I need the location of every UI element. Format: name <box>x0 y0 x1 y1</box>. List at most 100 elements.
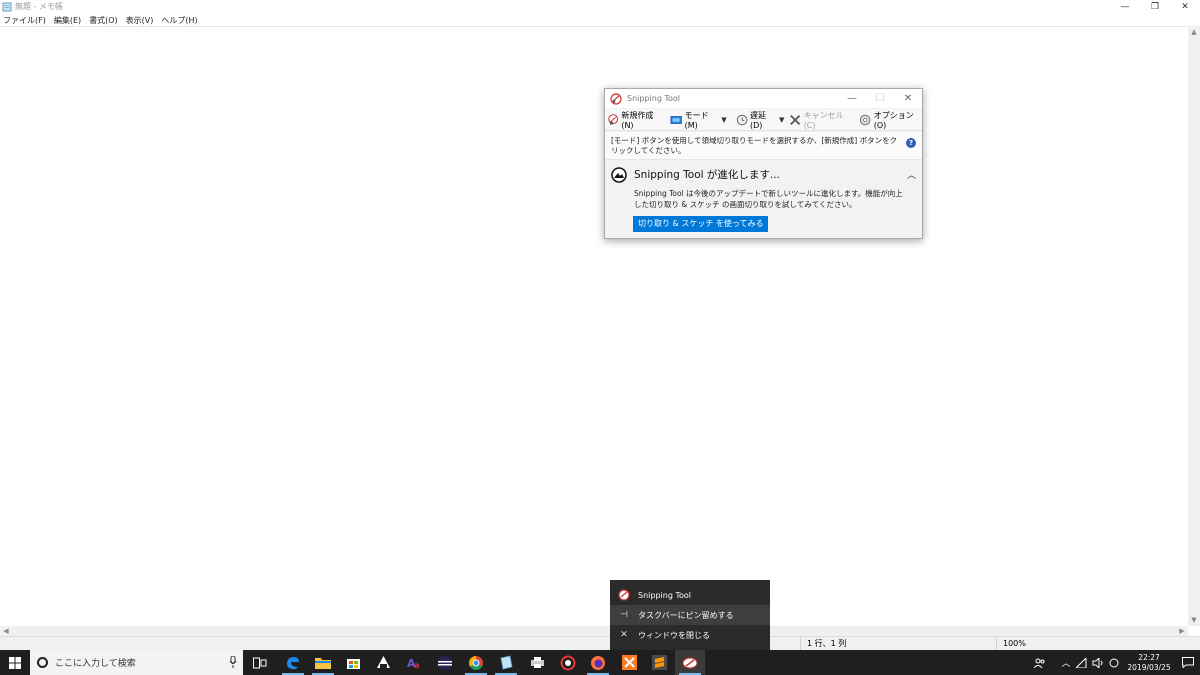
menu-format[interactable]: 書式(O) <box>89 15 118 26</box>
snipping-tool-toolbar: 新規作成(N) モード(M) ▼ 遅延(D) ▼ キャンセル(C) オプション(… <box>605 109 922 131</box>
taskbar-app-4[interactable] <box>368 650 398 675</box>
edge-icon <box>287 656 299 669</box>
snipping-tool-icon <box>618 589 630 601</box>
firefox-icon <box>591 655 605 670</box>
store-icon <box>346 659 360 669</box>
snip-sketch-promo: Snipping Tool が進化します... ︿ Snipping Tool … <box>605 161 922 238</box>
microphone-icon[interactable] <box>229 656 237 668</box>
menu-view[interactable]: 表示(V) <box>126 15 154 26</box>
task-view-button[interactable] <box>245 650 275 675</box>
network-icon[interactable] <box>1075 650 1089 675</box>
mode-info-text: [モード] ボタンを使用して領域切り取りモードを選択するか、[新規作成] ボタン… <box>605 132 922 160</box>
font-app-icon: A a <box>407 657 419 670</box>
notepad-window-title: 無題 - メモ帳 <box>15 2 63 11</box>
close-button[interactable]: ✕ <box>1170 0 1200 13</box>
new-snip-button[interactable]: 新規作成(N) <box>605 110 662 130</box>
start-button[interactable] <box>0 650 30 675</box>
taskbar-explorer[interactable] <box>308 650 338 675</box>
options-label: オプション(O) <box>873 110 914 130</box>
mode-button[interactable]: モード(M) <box>668 110 719 130</box>
volume-icon[interactable] <box>1091 650 1105 675</box>
snip-close-button[interactable]: ✕ <box>894 89 922 108</box>
taskbar-jumplist: Snipping Tool ⊣ タスクバーにピン留めする ✕ ウィンドウを閉じる <box>610 580 770 650</box>
scroll-right-arrow-icon[interactable]: ▶ <box>1176 626 1188 636</box>
system-clock[interactable]: 22:27 2019/03/25 <box>1126 653 1172 673</box>
cancel-x-icon <box>790 114 801 125</box>
scroll-left-arrow-icon[interactable]: ◀ <box>0 626 12 636</box>
notepad-icon <box>500 655 512 670</box>
folder-icon <box>315 657 331 669</box>
taskbar-edge[interactable] <box>278 650 308 675</box>
task-view-icon <box>253 657 267 668</box>
notepad-statusbar: 1 行、1 列 100% <box>0 636 1200 651</box>
taskbar-app-5[interactable]: A a <box>398 650 428 675</box>
media-app-icon <box>560 655 576 670</box>
snip-maximize-button: ☐ <box>875 93 885 104</box>
taskbar-sublime[interactable] <box>644 650 674 675</box>
taskbar-search-box[interactable]: ここに入力して検索 <box>30 650 243 675</box>
taskbar-app-9[interactable] <box>522 650 552 675</box>
taskbar-snipping-tool[interactable] <box>675 650 705 675</box>
people-icon[interactable] <box>1033 650 1047 675</box>
options-button[interactable]: オプション(O) <box>857 110 922 130</box>
menu-file[interactable]: ファイル(F) <box>3 15 46 26</box>
taskbar-xampp[interactable] <box>614 650 644 675</box>
promo-body: Snipping Tool は今後のアップデートで新しいツールに進化します。機能… <box>634 189 903 209</box>
cancel-button: キャンセル(C) <box>787 110 851 130</box>
xampp-icon <box>621 655 637 670</box>
status-cursor-position: 1 行、1 列 <box>800 637 1000 651</box>
mode-dropdown-arrow-icon[interactable]: ▼ <box>721 116 726 124</box>
onigiri-app-icon <box>376 656 390 668</box>
sublime-icon <box>651 655 667 670</box>
menu-help[interactable]: ヘルプ(H) <box>161 15 197 26</box>
snip-minimize-button[interactable]: — <box>838 89 866 108</box>
menu-edit[interactable]: 編集(E) <box>54 15 81 26</box>
eclipse-icon <box>438 655 452 670</box>
scroll-up-arrow-icon[interactable]: ▲ <box>1188 26 1200 38</box>
chevron-up-icon[interactable]: ︿ <box>907 168 916 181</box>
new-snip-icon <box>608 113 619 125</box>
jumplist-close-item[interactable]: ✕ ウィンドウを閉じる <box>610 625 770 645</box>
snipping-tool-title: Snipping Tool <box>627 94 680 103</box>
delay-button[interactable]: 遅延(D) <box>734 110 777 130</box>
jumplist-pin-item[interactable]: ⊣ タスクバーにピン留めする <box>610 605 770 625</box>
input-method-icon[interactable] <box>1107 650 1121 675</box>
taskbar-app-10[interactable] <box>553 650 583 675</box>
mode-label: モード(M) <box>684 110 709 130</box>
snipping-tool-icon <box>610 92 622 105</box>
restore-button[interactable]: ❐ <box>1140 0 1170 13</box>
delay-clock-icon <box>736 114 748 125</box>
system-tray: ︿ 22:27 2019/03/25 <box>1032 650 1200 675</box>
taskbar-notepad[interactable] <box>491 650 521 675</box>
snipping-tool-window: Snipping Tool — ☐ ✕ 新規作成(N) モード(M) ▼ 遅延(… <box>604 88 923 239</box>
jumplist-pin-label: タスクバーにピン留めする <box>638 610 734 620</box>
taskbar-firefox[interactable] <box>583 650 613 675</box>
notepad-app-icon <box>2 2 12 11</box>
notification-icon <box>1182 657 1194 668</box>
taskbar-chrome[interactable] <box>461 650 491 675</box>
delay-dropdown-arrow-icon[interactable]: ▼ <box>779 116 784 124</box>
action-center-button[interactable] <box>1176 650 1200 675</box>
cancel-label: キャンセル(C) <box>803 110 844 130</box>
horizontal-scrollbar[interactable]: ◀ ▶ <box>0 626 1188 636</box>
scroll-down-arrow-icon[interactable]: ▼ <box>1188 614 1200 626</box>
cortana-icon <box>37 657 48 668</box>
options-gear-icon <box>860 114 871 125</box>
delay-label: 遅延(D) <box>750 110 766 130</box>
jumplist-app[interactable]: Snipping Tool <box>610 585 770 605</box>
try-snip-sketch-button[interactable]: 切り取り & スケッチ を使ってみる <box>633 216 769 232</box>
help-icon[interactable]: ? <box>906 138 916 148</box>
search-placeholder: ここに入力して検索 <box>55 659 136 669</box>
chevron-up-icon[interactable]: ︿ <box>1059 650 1073 675</box>
clock-date: 2019/03/25 <box>1127 662 1171 672</box>
clock-time: 22:27 <box>1138 652 1160 662</box>
notepad-text-area[interactable] <box>0 26 1188 626</box>
close-icon: ✕ <box>620 630 628 640</box>
taskbar: ここに入力して検索 A a ︿ 22:27 2019/03/25 <box>0 650 1200 675</box>
taskbar-app-6[interactable] <box>430 650 460 675</box>
taskbar-store[interactable] <box>338 650 368 675</box>
chrome-icon <box>469 655 483 670</box>
vertical-scrollbar[interactable]: ▲ ▼ <box>1188 26 1200 626</box>
minimize-button[interactable]: — <box>1110 0 1140 13</box>
jumplist-app-label: Snipping Tool <box>638 590 691 600</box>
